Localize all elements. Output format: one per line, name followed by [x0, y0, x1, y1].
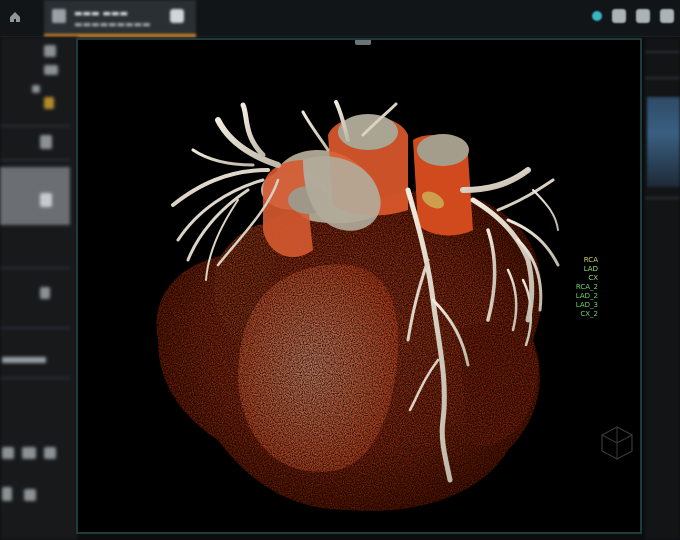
legend-item-lad-2[interactable]: LAD_2 — [572, 292, 598, 301]
tool-icon[interactable] — [40, 193, 52, 207]
tool-icon[interactable] — [2, 487, 12, 501]
tool-icon[interactable] — [22, 447, 36, 459]
legend-item-cx[interactable]: CX — [572, 274, 598, 283]
toolbar-icons — [592, 9, 674, 23]
left-tool-panel — [0, 37, 78, 540]
home-icon — [10, 12, 20, 22]
divider — [0, 159, 70, 161]
selected-tool-item[interactable] — [0, 167, 70, 225]
series-thumbnail[interactable] — [647, 97, 680, 187]
tool-icon[interactable] — [44, 97, 54, 109]
slider-track[interactable] — [2, 357, 46, 363]
tab-subtitle-placeholder: ▬▬▬▬▬▬▬▬▬ — [74, 20, 151, 30]
close-icon[interactable] — [170, 9, 184, 23]
vessel-legend: RCA LAD CX RCA_2 LAD_2 LAD_3 CX_2 — [572, 256, 598, 319]
tool-icon[interactable] — [40, 287, 50, 299]
legend-item-rca-2[interactable]: RCA_2 — [572, 283, 598, 292]
tool-icon[interactable] — [24, 489, 36, 501]
divider — [645, 77, 680, 79]
tab-title-placeholder: ▬▬▬ ▬▬▬ — [74, 9, 128, 19]
tool-icon[interactable] — [44, 45, 56, 57]
status-dot-icon — [592, 11, 602, 21]
divider — [0, 327, 70, 329]
tool-icon[interactable] — [44, 447, 56, 459]
layout-icon — [52, 9, 66, 23]
top-toolbar: ▬▬▬ ▬▬▬ ▬▬▬▬▬▬▬▬▬ — [0, 0, 680, 37]
divider — [645, 51, 680, 53]
3d-viewport[interactable] — [76, 38, 642, 534]
tool-icon[interactable] — [32, 85, 40, 93]
legend-item-lad-3[interactable]: LAD_3 — [572, 301, 598, 310]
active-study-tab[interactable]: ▬▬▬ ▬▬▬ ▬▬▬▬▬▬▬▬▬ — [44, 0, 196, 37]
tool-icon[interactable] — [2, 447, 14, 459]
tool-icon[interactable] — [40, 135, 52, 149]
home-button[interactable] — [4, 6, 26, 28]
tool-icon[interactable] — [44, 65, 58, 75]
legend-item-cx-2[interactable]: CX_2 — [572, 310, 598, 319]
divider — [0, 377, 70, 379]
divider — [645, 197, 680, 199]
heart-volume-render — [156, 100, 560, 511]
orientation-cube-icon[interactable] — [598, 424, 636, 462]
divider — [0, 125, 70, 127]
pen-icon[interactable] — [612, 9, 626, 23]
export-icon[interactable] — [660, 9, 674, 23]
right-series-panel — [645, 37, 680, 540]
divider — [0, 267, 70, 269]
legend-item-lad[interactable]: LAD — [572, 265, 598, 274]
camera-icon[interactable] — [636, 9, 650, 23]
legend-item-rca[interactable]: RCA — [572, 256, 598, 265]
